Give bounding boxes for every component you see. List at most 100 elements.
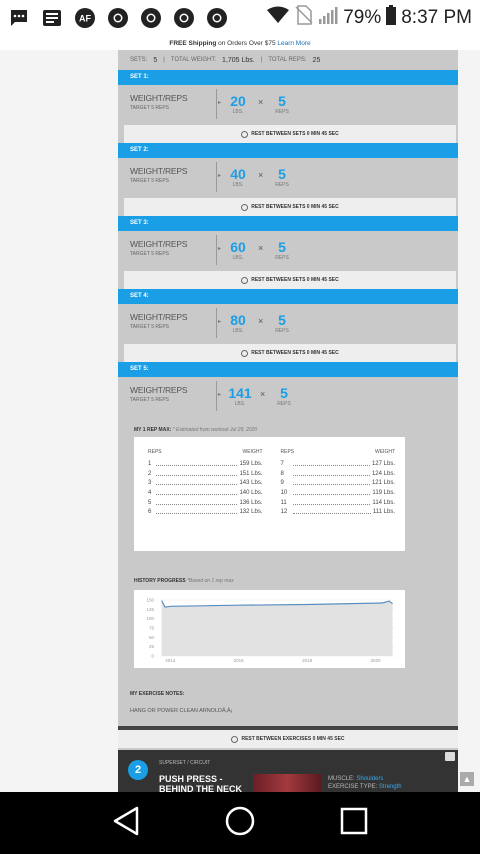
weight-label: TOTAL WEIGHT: <box>170 57 217 63</box>
no-sim-icon <box>295 5 313 31</box>
rest-between-sets: REST BETWEEN SETS 0 MIN 45 SEC <box>124 125 456 143</box>
home-circle-icon[interactable] <box>225 806 255 841</box>
set-block: SET 3: WEIGHT/REPS TARGET 5 REPS ▸ 60 LBS.… <box>118 216 458 289</box>
rep-max-row: 7 127 Lbs. <box>280 460 396 467</box>
weight-value[interactable]: 141 LBS. <box>226 385 254 407</box>
weight-reps-label: WEIGHT/REPS <box>130 385 188 395</box>
reps-value[interactable]: 5 REPS <box>270 166 294 188</box>
series-area <box>161 600 393 656</box>
chrome-icon <box>206 7 228 29</box>
promo-text: on Orders Over $75 <box>216 40 278 47</box>
set-block: SET 2: WEIGHT/REPS TARGET 5 REPS ▸ 40 LBS.… <box>118 143 458 216</box>
set-block: SET 1: WEIGHT/REPS TARGET 5 REPS ▸ 20 LBS.… <box>118 70 458 143</box>
clock-icon <box>241 349 249 357</box>
set-header: SET 3: <box>118 216 458 231</box>
weight-reps-label: WEIGHT/REPS <box>130 93 188 103</box>
set-header: SET 2: <box>118 143 458 158</box>
set-header: SET 4: <box>118 289 458 304</box>
set-body: WEIGHT/REPS TARGET 5 REPS ▸ 40 LBS. × 5 REP… <box>118 158 458 198</box>
rest-between-sets: REST BETWEEN SETS 0 MIN 45 SEC <box>124 344 456 362</box>
rep-max-row: 1 159 Lbs. <box>148 460 263 467</box>
weight-reps-label: WEIGHT/REPS <box>130 312 188 322</box>
rest-between-sets: REST BETWEEN SETS 0 MIN 45 SEC <box>124 271 456 289</box>
sets-count: 5 <box>153 56 158 64</box>
exercise-notes: MY EXERCISE NOTES: HANG OR POWER CLEAN A… <box>118 681 458 726</box>
rep-max-column-right: REPS WEIGHT 7 127 Lbs. 8 124 Lbs. 9 121 Lbs.… <box>280 449 396 516</box>
promo-banner: FREE Shipping on Orders Over $75 Learn M… <box>0 37 480 50</box>
signal-icon <box>318 5 338 31</box>
target-reps: TARGET 5 REPS <box>130 251 169 257</box>
recents-square-icon[interactable] <box>340 807 368 840</box>
arrow-right-icon: ▸ <box>218 100 222 106</box>
weight-reps-label: WEIGHT/REPS <box>130 166 188 176</box>
clock-icon <box>241 203 249 211</box>
reps-total: 25 <box>312 56 321 64</box>
weight-value[interactable]: 20 LBS. <box>226 93 250 115</box>
rep-max-row: 2 151 Lbs. <box>148 470 263 477</box>
back-triangle-icon[interactable] <box>112 806 140 841</box>
arrow-right-icon: ▸ <box>218 319 222 325</box>
rep-max-column-left: REPS WEIGHT 1 159 Lbs. 2 151 Lbs. 3 143 Lbs.… <box>148 449 263 516</box>
rep-max-row: 8 124 Lbs. <box>280 470 396 477</box>
clock-icon <box>231 735 239 743</box>
y-tick-label: 125 <box>146 607 154 612</box>
weight-value[interactable]: 80 LBS. <box>226 312 250 334</box>
reps-value[interactable]: 5 REPS <box>270 312 294 334</box>
y-tick-label: 150 <box>146 598 154 603</box>
reps-value[interactable]: 5 REPS <box>270 93 294 115</box>
history-chart: 0 25 50 75 100 125 150 2014 2016 2018 2020 <box>146 598 396 663</box>
notes-title: MY EXERCISE NOTES: <box>130 691 185 697</box>
clock-icon <box>241 130 249 138</box>
notes-text: HANG OR POWER CLEAN ARNOLDÂ‚Â¡ <box>130 708 233 714</box>
rep-max-row: 4 140 Lbs. <box>148 489 263 496</box>
history-chart-card: 0 25 50 75 100 125 150 2014 2016 2018 2020 <box>134 590 405 668</box>
set-body: WEIGHT/REPS TARGET 5 REPS ▸ 80 LBS. × 5 REP… <box>118 304 458 344</box>
next-exercise-card[interactable]: 2 SUPERSET / CIRCUIT PUSH PRESS - BEHIND… <box>118 750 458 792</box>
arrow-right-icon: ▸ <box>218 173 222 179</box>
target-reps: TARGET 5 REPS <box>130 178 169 184</box>
rest-between-sets: REST BETWEEN SETS 0 MIN 45 SEC <box>124 198 456 216</box>
muscle-value: Shoulders <box>356 776 384 782</box>
clock-icon <box>241 276 249 284</box>
weight-total: 1,705 Lbs. <box>222 56 255 64</box>
set-header: SET 5: <box>118 362 458 377</box>
exercise-thumbnail[interactable] <box>253 774 321 792</box>
battery-percent: 79% <box>343 7 382 28</box>
set-block: SET 5: WEIGHT/REPS TARGET 5 REPS ▸ 141 LBS… <box>118 362 458 417</box>
one-rep-max-date: Jul 29, 2020 <box>229 427 258 433</box>
y-tick-label: 50 <box>149 635 155 640</box>
rep-max-row: 3 143 Lbs. <box>148 480 263 487</box>
rep-max-row: 11 114 Lbs. <box>280 499 396 506</box>
collapse-icon[interactable] <box>445 752 455 761</box>
workout-summary: SETS: 5 | TOTAL WEIGHT: 1,705 Lbs. | TOTAL R… <box>118 50 458 70</box>
set-body: WEIGHT/REPS TARGET 5 REPS ▸ 20 LBS. × 5 REP… <box>118 85 458 125</box>
reps-value[interactable]: 5 REPS <box>270 239 294 261</box>
rep-max-row: 12 111 Lbs. <box>280 509 396 516</box>
reps-label: TOTAL REPS: <box>268 57 307 63</box>
exercise-name[interactable]: PUSH PRESS - BEHIND THE NECK <box>159 774 255 792</box>
arrow-right-icon: ▸ <box>218 246 222 252</box>
clock-time: 8:37 PM <box>401 7 472 28</box>
scroll-to-top-button[interactable]: ▲ <box>460 772 474 786</box>
arrow-right-icon: ▸ <box>218 392 222 398</box>
weight-value[interactable]: 60 LBS. <box>226 239 250 261</box>
one-rep-max-title: MY 1 REP MAX: * Estimated from workout J… <box>134 427 258 433</box>
learn-more-link[interactable]: Learn More <box>277 40 310 47</box>
exercise-type-value: Strength <box>378 784 402 790</box>
workout-panel: SETS: 5 | TOTAL WEIGHT: 1,705 Lbs. | TOTAL R… <box>118 50 458 792</box>
chrome-icon <box>107 7 129 29</box>
target-reps: TARGET 5 REPS <box>130 324 169 330</box>
reps-value[interactable]: 5 REPS <box>272 385 296 407</box>
set-header: SET 1: <box>118 70 458 85</box>
history-progress-title: HISTORY PROGRESS *Based on 1 rep max <box>134 578 234 584</box>
status-bar: AF 79% 8:37 PM <box>0 0 480 36</box>
target-reps: TARGET 5 REPS <box>130 397 169 403</box>
weight-value[interactable]: 40 LBS. <box>226 166 250 188</box>
sets-label: SETS: <box>130 57 148 63</box>
chrome-icon <box>173 7 195 29</box>
set-body: WEIGHT/REPS TARGET 5 REPS ▸ 141 LBS. × 5 RE… <box>118 377 458 417</box>
rep-max-row: 10 119 Lbs. <box>280 489 396 496</box>
target-reps: TARGET 5 REPS <box>130 105 169 111</box>
rest-between-exercises: REST BETWEEN EXERCISES 0 MIN 45 SEC <box>118 730 458 748</box>
rep-max-row: 9 121 Lbs. <box>280 480 396 487</box>
